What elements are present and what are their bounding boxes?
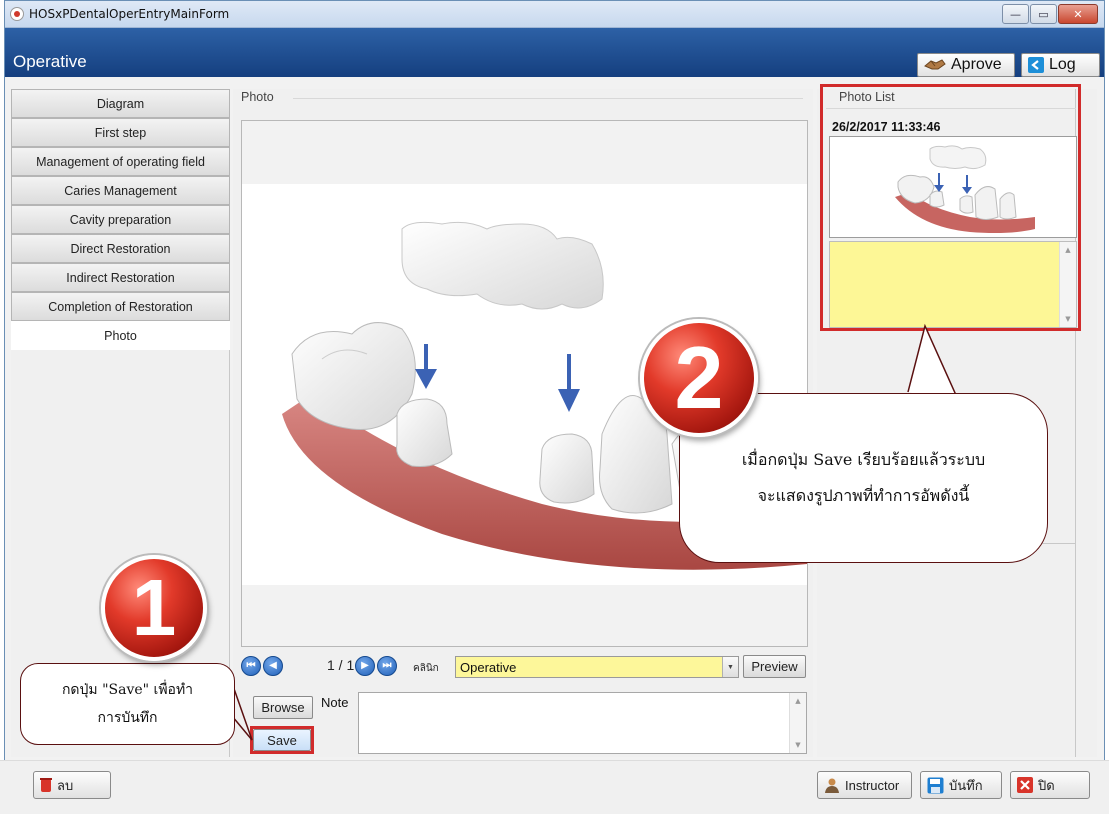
step2-text-line1: เมื่อกดปุ่ม Save เรียบร้อยแล้วระบบ [741,450,986,469]
instructor-label: Instructor [845,777,900,793]
maximize-icon: ▭ [1038,7,1049,21]
save-record-button[interactable]: บันทึก [920,771,1002,799]
prev-photo-button[interactable]: ◀ [263,656,283,676]
sidebar-item-label: Completion of Restoration [48,299,193,314]
delete-label: ลบ [57,777,74,793]
instructor-button[interactable]: Instructor [817,771,912,799]
arrow-icon [415,344,437,389]
browse-button[interactable]: Browse [253,696,313,719]
sidebar-item-cavity-preparation[interactable]: Cavity preparation [11,205,230,234]
first-photo-button[interactable]: ⏮ [241,656,261,676]
step1-text-line2: การบันทึก [97,710,158,726]
close-window-button[interactable]: ✕ [1058,4,1098,24]
sidebar-item-direct-restoration[interactable]: Direct Restoration [11,234,230,263]
sidebar-item-first-step[interactable]: First step [11,118,230,147]
skip-back-icon: ⏮ [246,660,256,671]
close-form-button[interactable]: ปิด [1010,771,1090,799]
sidebar-item-management-operating-field[interactable]: Management of operating field [11,147,230,176]
sidebar-item-photo[interactable]: Photo [11,321,230,350]
delete-button[interactable]: ลบ [33,771,111,799]
next-photo-button[interactable]: ▶ [355,656,375,676]
title-bar: HOSxPDentalOperEntryMainForm — ▭ ✕ [5,1,1104,28]
app-icon [10,7,24,21]
minimize-button[interactable]: — [1002,4,1029,24]
sidebar-item-label: Caries Management [64,183,177,198]
maximize-button[interactable]: ▭ [1030,4,1057,24]
fast-forward-icon: ▶ [361,660,369,671]
delete-icon [40,777,52,793]
clinic-label: คลินิก [413,663,439,674]
window-controls: — ▭ ✕ [1002,4,1098,24]
sidebar: Diagram First step Management of operati… [11,89,230,757]
header-bar: Operative Aprove Log [5,28,1104,77]
save-highlight [250,726,314,754]
save-icon [927,777,944,794]
step1-badge: 1 [101,555,207,661]
close-form-label: ปิด [1038,777,1055,793]
user-icon [824,777,840,793]
window-title: HOSxPDentalOperEntryMainForm [29,7,230,21]
group-divider [293,98,803,99]
clinic-select[interactable]: Operative ▼ [455,656,739,678]
photo-group-title: Photo [241,90,274,104]
skip-forward-icon: ⏭ [382,660,392,671]
note-label: Note [321,695,349,710]
step1-callout: กดปุ่ม "Save" เพื่อทำ การบันทึก [20,663,235,745]
scroll-up-icon: ▲ [795,697,801,705]
sidebar-item-label: Direct Restoration [70,241,171,256]
step1-text-line1: กดปุ่ม "Save" เพื่อทำ [61,682,194,698]
page-title: Operative [13,52,87,71]
close-icon [1017,777,1033,793]
handshake-icon [923,57,947,73]
scroll-down-icon: ▼ [795,741,801,749]
sidebar-item-diagram[interactable]: Diagram [11,89,230,118]
note-scrollbar[interactable]: ▲ ▼ [789,693,806,753]
step2-badge: 2 [640,319,758,437]
arrow-icon [558,354,580,412]
sidebar-item-label: Cavity preparation [69,212,172,227]
sidebar-item-completion-restoration[interactable]: Completion of Restoration [11,292,230,321]
log-button[interactable]: Log [1021,53,1100,77]
sidebar-item-label: First step [94,125,147,140]
sidebar-item-label: Diagram [96,96,145,111]
step2-text-line2: จะแสดงรูปภาพที่ทำการอัพดังนี้ [757,486,970,505]
rewind-icon: ◀ [269,660,277,671]
log-icon [1027,56,1045,74]
bottom-toolbar: ลบ Instructor บันทึก ปิด [0,760,1109,814]
minimize-icon: — [1010,7,1021,21]
sidebar-item-label: Photo [104,328,137,343]
sidebar-item-label: Management of operating field [36,154,205,169]
approve-label: Aprove [951,56,1002,73]
log-label: Log [1049,56,1076,73]
preview-button[interactable]: Preview [743,655,806,678]
sidebar-item-label: Indirect Restoration [66,270,175,285]
clinic-value: Operative [460,659,517,675]
close-icon: ✕ [1073,7,1083,21]
chevron-down-icon: ▼ [722,657,738,677]
last-photo-button[interactable]: ⏭ [377,656,397,676]
approve-button[interactable]: Aprove [917,53,1015,77]
page-counter: 1 / 1 [327,657,355,673]
save-record-label: บันทึก [949,777,983,793]
photo-navigator: ⏮ ◀ 1 / 1 ▶ ⏭ คลินิก Operative ▼ Preview [237,653,810,680]
photo-list-highlight [820,84,1081,331]
note-textarea[interactable]: ▲ ▼ [358,692,807,754]
sidebar-item-indirect-restoration[interactable]: Indirect Restoration [11,263,230,292]
sidebar-item-caries-management[interactable]: Caries Management [11,176,230,205]
